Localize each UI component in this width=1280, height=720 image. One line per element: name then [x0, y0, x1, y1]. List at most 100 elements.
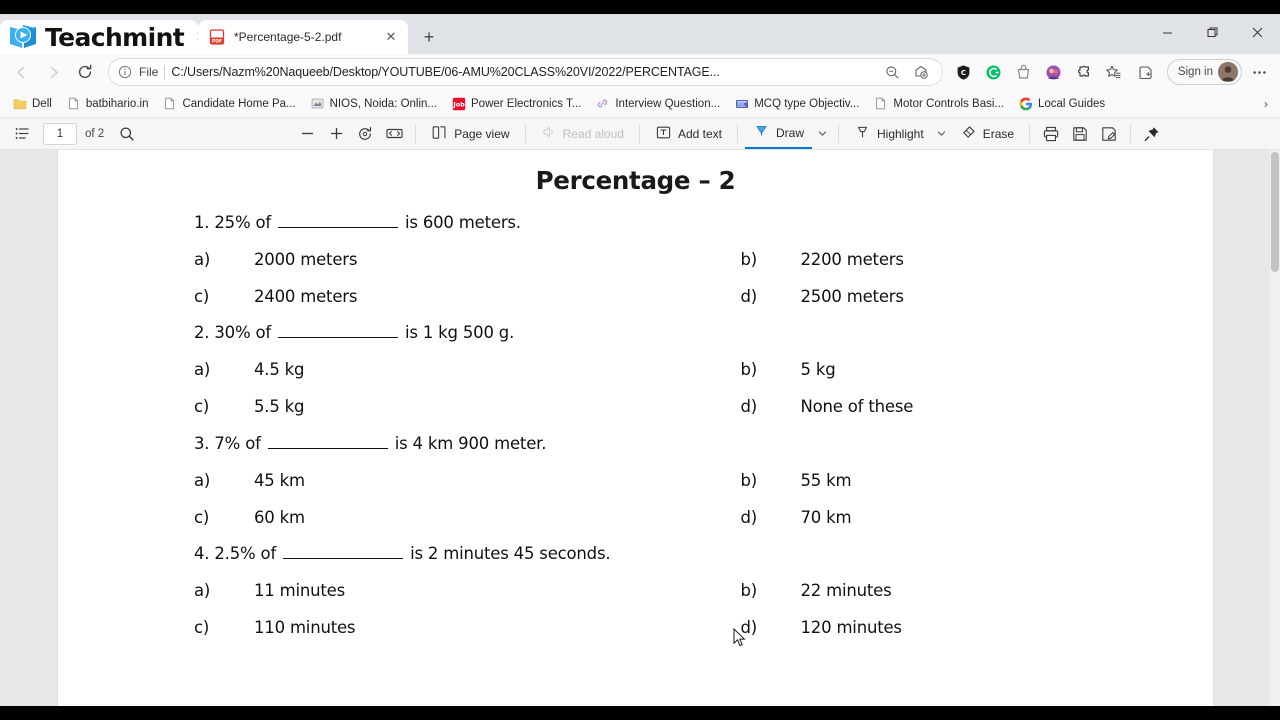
minimize-button[interactable] [1145, 14, 1190, 50]
question-suffix: is 1 kg 500 g. [405, 323, 515, 342]
option-c: c) 2400 meters [58, 287, 636, 306]
sign-in-button[interactable]: Sign in [1166, 59, 1242, 85]
option-row: c) 110 minutes d) 120 minutes [58, 618, 1213, 637]
tab-percentage-pdf[interactable]: PDF *Percentage-5-2.pdf ✕ [198, 20, 408, 54]
zoom-magnifier-icon[interactable] [880, 59, 906, 85]
fit-to-width-icon[interactable] [380, 121, 408, 147]
search-icon[interactable] [113, 121, 141, 147]
rotate-icon[interactable] [351, 121, 379, 147]
option-b: b) 55 km [636, 471, 1214, 490]
option-row: a) 11 minutes b) 22 minutes [58, 581, 1213, 600]
bookmark-label: batbihario.in [85, 97, 149, 110]
option-row: a) 45 km b) 55 km [58, 471, 1213, 490]
bookmark-mcq-type[interactable]: MCQ type Objectiv... [728, 93, 865, 114]
draw-button[interactable]: Draw [744, 119, 812, 149]
option-letter: d) [740, 618, 758, 637]
bookmarks-overflow-button[interactable]: › [1256, 94, 1276, 114]
toolbar-divider [838, 124, 839, 143]
zoom-in-button[interactable] [322, 121, 350, 147]
option-a: a) 45 km [58, 471, 636, 490]
shield-extension-icon[interactable]: C [951, 59, 977, 85]
favorites-star-icon[interactable] [1099, 57, 1129, 87]
save-as-icon[interactable] [1095, 121, 1123, 147]
add-text-label: Add text [677, 126, 722, 141]
bookmark-candidate-home[interactable]: Candidate Home Pa... [156, 93, 301, 114]
tab-close-icon[interactable]: ✕ [382, 28, 400, 46]
viewer-scrollbar[interactable] [1270, 150, 1280, 706]
option-d: d) 120 minutes [636, 618, 1214, 637]
bookmark-nios[interactable]: NIOS, Noida: Onlin... [304, 93, 443, 114]
bookmark-local-guides[interactable]: Local Guides [1012, 93, 1111, 114]
pin-icon[interactable] [1138, 121, 1166, 147]
bookmark-label: Candidate Home Pa... [182, 97, 296, 110]
pdf-file-icon: PDF [208, 28, 226, 46]
option-text: 2400 meters [254, 286, 358, 306]
bookmark-interview-question[interactable]: Interview Question... [589, 93, 726, 114]
draw-label: Draw [775, 125, 804, 140]
collections-icon[interactable] [1131, 57, 1161, 87]
puzzle-extension-icon[interactable] [1071, 59, 1097, 85]
option-text: 110 minutes [254, 618, 356, 637]
purple-avatar-extension-icon[interactable] [1041, 59, 1067, 85]
option-text: None of these [800, 397, 914, 416]
back-button[interactable] [6, 57, 36, 87]
bag-extension-icon[interactable] [1011, 59, 1037, 85]
bookmark-batbihario[interactable]: batbihario.in [60, 93, 155, 114]
option-text: 2200 meters [800, 249, 904, 269]
pdf-toolbar: 1 of 2 Page view Read aloud Add text Dra… [0, 118, 1280, 150]
bookmark-motor-controls[interactable]: Motor Controls Basi... [867, 93, 1010, 114]
new-tab-button[interactable]: + [414, 22, 444, 52]
bookmark-dell[interactable]: Dell [6, 93, 58, 114]
option-c: c) 110 minutes [58, 618, 636, 637]
answer-blank [278, 322, 399, 338]
bookmark-label: MCQ type Objectiv... [754, 97, 860, 110]
page-number-input[interactable]: 1 [43, 122, 77, 145]
scrollbar-thumb[interactable] [1271, 152, 1279, 272]
save-icon[interactable] [1066, 121, 1094, 147]
highlight-button[interactable]: Highlight [846, 121, 932, 147]
page-view-label: Page view [454, 126, 510, 141]
add-text-icon [655, 124, 672, 144]
reload-button[interactable] [70, 57, 100, 87]
restore-button[interactable] [1190, 14, 1235, 50]
option-d: d) 2500 meters [636, 287, 1214, 306]
table-of-contents-icon[interactable] [8, 121, 36, 147]
highlight-chevron-down-icon[interactable] [933, 121, 951, 147]
add-favorite-icon[interactable] [908, 59, 934, 85]
question-line: 4. 2.5% of is 2 minutes 45 seconds. [58, 543, 1213, 563]
option-letter: c) [194, 286, 210, 306]
forward-button[interactable] [38, 57, 68, 87]
toolbar-divider [1029, 124, 1031, 143]
draw-chevron-down-icon[interactable] [813, 121, 831, 147]
omnibox-divider [164, 64, 166, 80]
address-bar[interactable]: File C:/Users/Nazm%20Naqueeb/Desktop/YOU… [108, 58, 943, 86]
question-block: 3. 7% of is 4 km 900 meter. a) 45 km b) … [58, 432, 1213, 527]
page-icon [162, 96, 177, 111]
option-letter: a) [194, 581, 211, 600]
tab-teachmint[interactable]: Teachmint ✕ [0, 20, 207, 54]
print-icon[interactable] [1037, 121, 1065, 147]
green-circle-extension-icon[interactable] [981, 59, 1007, 85]
teachmint-logo: Teachmint [8, 20, 185, 54]
folder-icon [12, 96, 27, 111]
bookmark-power-electronics[interactable]: Job Power Electronics T... [445, 93, 587, 114]
option-row: c) 60 km d) 70 km [58, 508, 1213, 527]
option-text: 5.5 kg [254, 397, 305, 416]
zoom-out-button[interactable] [293, 121, 321, 147]
info-circle-icon[interactable] [117, 64, 133, 80]
option-b: b) 5 kg [636, 360, 1214, 379]
option-letter: d) [740, 507, 758, 527]
question-suffix: is 600 meters. [405, 212, 521, 232]
nios-icon [310, 96, 325, 111]
eraser-icon [960, 124, 977, 144]
read-aloud-button[interactable]: Read aloud [533, 121, 632, 147]
close-button[interactable] [1235, 14, 1280, 50]
question-suffix: is 2 minutes 45 seconds. [410, 544, 611, 563]
omnibox-actions [880, 59, 934, 85]
browser-settings-button[interactable] [1244, 57, 1274, 87]
add-text-button[interactable]: Add text [647, 121, 730, 147]
option-text: 2500 meters [800, 286, 904, 306]
option-text: 120 minutes [800, 618, 903, 637]
page-view-button[interactable]: Page view [423, 121, 517, 147]
erase-button[interactable]: Erase [952, 121, 1022, 147]
